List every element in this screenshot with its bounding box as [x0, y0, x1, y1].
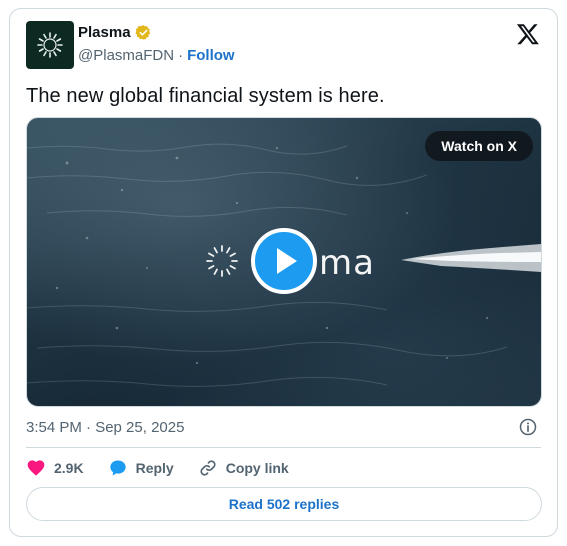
reply-label: Reply: [135, 460, 174, 476]
read-replies-button[interactable]: Read 502 replies: [26, 487, 542, 521]
author-handle[interactable]: @PlasmaFDN: [78, 47, 174, 64]
boat-wake: [401, 244, 541, 272]
tweet-text: The new global financial system is here.: [26, 85, 385, 107]
like-count: 2.9K: [54, 460, 84, 476]
reply-button[interactable]: Reply: [108, 458, 174, 478]
brand-logo-icon: [206, 245, 238, 277]
info-icon[interactable]: [518, 417, 538, 437]
separator-dot: ·: [178, 47, 184, 64]
tweet-card[interactable]: Plasma @PlasmaFDN · Follow The new globa…: [9, 8, 558, 537]
link-icon: [200, 460, 216, 476]
x-logo-icon[interactable]: [516, 22, 540, 46]
verified-badge-icon: [134, 25, 150, 40]
action-bar: 2.9K Reply Copy link: [26, 458, 289, 478]
watch-on-x-button[interactable]: Watch on X: [425, 131, 533, 161]
play-button[interactable]: [251, 228, 317, 294]
heart-icon: [27, 460, 45, 476]
author-name[interactable]: Plasma: [78, 24, 131, 41]
copy-link-button[interactable]: Copy link: [198, 458, 289, 478]
plasma-logo-icon: [37, 32, 63, 58]
like-button[interactable]: 2.9K: [26, 458, 84, 478]
divider: [26, 447, 541, 448]
follow-button[interactable]: Follow: [187, 47, 235, 64]
reply-bubble-icon: [109, 460, 126, 476]
tweet-timestamp[interactable]: 3:54 PM · Sep 25, 2025: [26, 419, 184, 436]
play-icon: [277, 248, 297, 274]
video-player[interactable]: ma Watch on X: [26, 117, 542, 407]
avatar[interactable]: [26, 21, 74, 69]
brand-wordmark: ma: [319, 243, 375, 283]
copy-link-label: Copy link: [225, 460, 289, 476]
author-handle-row: @PlasmaFDN · Follow: [78, 47, 235, 64]
author-name-row: Plasma: [78, 24, 152, 41]
